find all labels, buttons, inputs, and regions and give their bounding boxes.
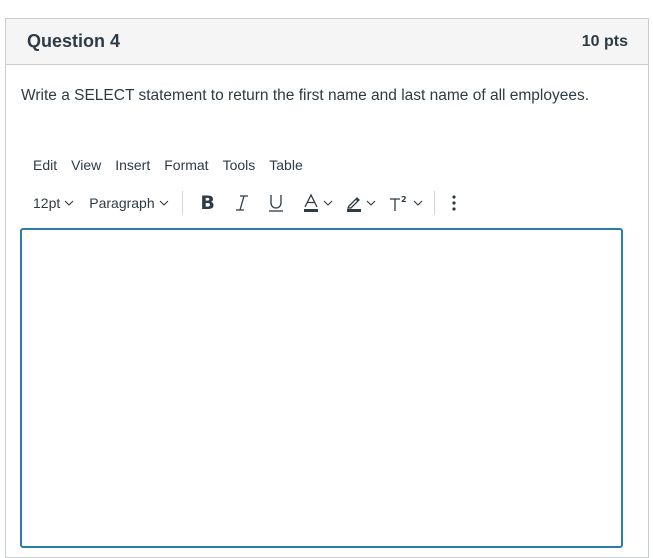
superscript-button[interactable]: 2 [381, 188, 428, 218]
editor-menubar: Edit View Insert Format Tools Table [26, 155, 310, 175]
underline-button[interactable] [259, 188, 293, 218]
text-color-icon [303, 193, 318, 212]
font-size-dropdown[interactable]: 12pt [27, 188, 81, 218]
italic-button[interactable] [225, 188, 259, 218]
block-format-value: Paragraph [89, 195, 155, 211]
superscript-icon: 2 [389, 195, 407, 211]
menu-tools[interactable]: Tools [216, 155, 263, 175]
editor-toolbar: 12pt Paragraph B 2 [27, 188, 463, 218]
highlight-icon [346, 197, 361, 212]
svg-text:2: 2 [401, 195, 407, 204]
highlight-color-button[interactable] [338, 188, 381, 218]
chevron-down-icon[interactable] [322, 197, 334, 209]
underline-icon [268, 195, 283, 212]
text-color-button[interactable] [293, 188, 338, 218]
menu-table[interactable]: Table [262, 155, 309, 175]
more-button[interactable] [445, 188, 463, 218]
menu-view[interactable]: View [64, 155, 108, 175]
question-title: Question 4 [27, 31, 121, 51]
bold-button[interactable]: B [191, 188, 225, 218]
toolbar-separator [181, 191, 183, 215]
bold-icon: B [200, 192, 215, 214]
chevron-down-icon [64, 200, 74, 206]
font-size-value: 12pt [33, 195, 61, 211]
block-format-dropdown[interactable]: Paragraph [81, 188, 175, 218]
question-text: Write a SELECT statement to return the f… [21, 87, 590, 104]
chevron-down-icon[interactable] [365, 197, 377, 209]
question-header: Question 4 10 pts [6, 19, 648, 65]
more-vertical-icon [452, 195, 456, 211]
question-points: 10 pts [581, 32, 628, 50]
rich-text-editor[interactable] [20, 228, 623, 548]
menu-format[interactable]: Format [157, 155, 215, 175]
italic-icon [235, 195, 248, 211]
toolbar-separator [433, 191, 435, 215]
chevron-down-icon[interactable] [412, 197, 424, 209]
menu-insert[interactable]: Insert [108, 155, 157, 175]
menu-edit[interactable]: Edit [26, 155, 64, 175]
chevron-down-icon [159, 200, 169, 206]
